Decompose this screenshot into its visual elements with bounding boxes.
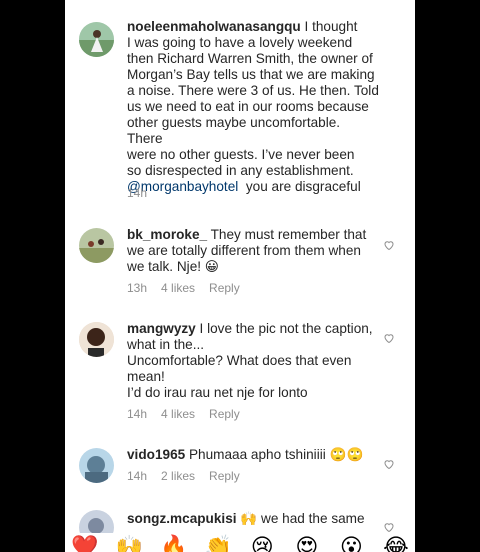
avatar-image xyxy=(79,22,114,57)
comment-text: songz.mcapukisi 🙌 we had the same xyxy=(127,511,365,526)
comment-username[interactable]: songz.mcapukisi xyxy=(127,511,237,526)
comment-time: 14h xyxy=(127,407,148,421)
comment-text: mangwyzy I love the pic not the caption,… xyxy=(127,321,373,400)
comment-meta: 14h 4 likes Reply xyxy=(127,407,240,421)
avatar[interactable] xyxy=(79,22,114,57)
surprised-emoji-button[interactable]: 😮 xyxy=(338,535,364,552)
comment-username[interactable]: vido1965 xyxy=(127,447,185,462)
avatar-image xyxy=(79,448,114,483)
comment-text: vido1965 Phumaaa apho tshiniiii 🙄🙄 xyxy=(127,447,364,462)
comment-likes[interactable]: 2 likes xyxy=(161,469,195,483)
fire-emoji-button[interactable]: 🔥 xyxy=(160,535,187,552)
like-heart-icon[interactable] xyxy=(383,458,395,470)
like-heart-icon[interactable] xyxy=(383,332,395,344)
avatar-image xyxy=(79,322,114,357)
reply-button[interactable]: Reply xyxy=(209,469,240,483)
comment-meta: 14h 2 likes Reply xyxy=(127,469,240,483)
avatar[interactable] xyxy=(79,228,114,263)
reply-button[interactable]: Reply xyxy=(209,281,240,295)
comments-screen: noeleenmaholwanasangqu I thought I was g… xyxy=(65,0,415,552)
comment-likes[interactable]: 4 likes xyxy=(161,407,195,421)
reply-button[interactable]: Reply xyxy=(209,407,240,421)
raised-hands-emoji-button[interactable]: 🙌 xyxy=(116,535,143,552)
comment-time: 13h xyxy=(127,281,148,295)
avatar[interactable] xyxy=(79,448,114,483)
avatar[interactable] xyxy=(79,322,114,357)
comment-time: 14h xyxy=(127,186,148,200)
laughing-emoji-button[interactable]: 😂 xyxy=(383,535,409,552)
heart-emoji-button[interactable]: ❤️ xyxy=(71,535,98,552)
clap-emoji-button[interactable]: 👏 xyxy=(205,535,232,552)
comment-username[interactable]: noeleenmaholwanasangqu xyxy=(127,19,301,34)
like-heart-icon[interactable] xyxy=(383,239,395,251)
comment-username[interactable]: bk_moroke_ xyxy=(127,227,207,242)
avatar-image xyxy=(79,228,114,263)
comment-meta: 14h xyxy=(127,186,147,200)
like-heart-icon[interactable] xyxy=(383,521,395,533)
comment-likes[interactable]: 4 likes xyxy=(161,281,195,295)
heart-eyes-emoji-button[interactable]: 😍 xyxy=(294,535,320,552)
comment-text: bk_moroke_ They must remember that we ar… xyxy=(127,227,367,274)
comment-text: noeleenmaholwanasangqu I thought I was g… xyxy=(127,19,379,194)
comment-time: 14h xyxy=(127,469,148,483)
comment-meta: 13h 4 likes Reply xyxy=(127,281,240,295)
crying-emoji-button[interactable]: 😢 xyxy=(249,535,275,552)
emoji-quick-bar: ❤️ 🙌 🔥 👏 😢 😍 😮 😂 xyxy=(65,533,415,552)
comment-username[interactable]: mangwyzy xyxy=(127,321,196,336)
